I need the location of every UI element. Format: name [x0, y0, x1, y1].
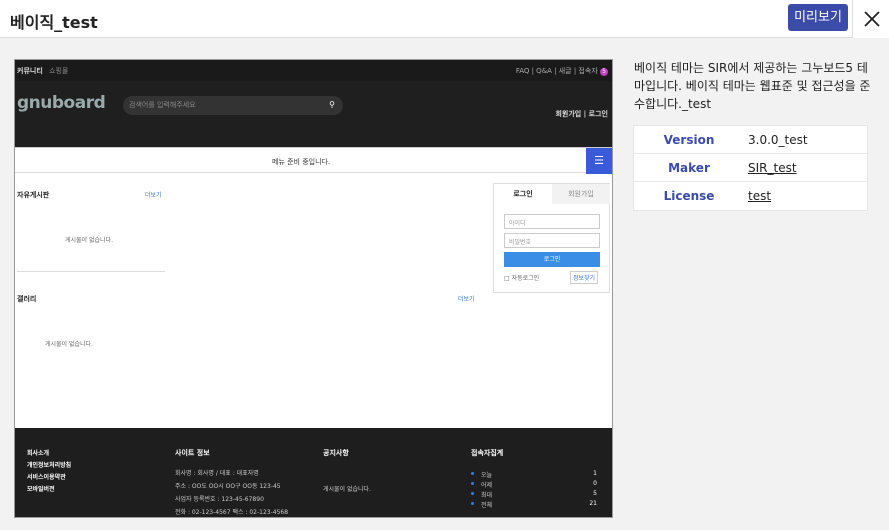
community-link: 커뮤니티: [17, 67, 43, 75]
preview-button[interactable]: 미리보기: [788, 4, 848, 31]
version-key: Version: [663, 133, 715, 147]
header-links: 회원가입 | 로그인: [555, 110, 608, 118]
auto-login: □ 자동로그인: [504, 275, 540, 282]
stat-row: 어제 0: [471, 480, 597, 490]
theme-title: 베이직_test: [10, 13, 98, 32]
logo: gnuboard: [17, 93, 106, 113]
stats: 오늘 1 어제 0 최대 5 전체 21: [471, 470, 597, 510]
close-icon: [864, 11, 880, 27]
screenshot-topbar: 커뮤니티 쇼핑몰 FAQ | Q&A | 새글 | 접속자 5: [15, 60, 612, 81]
id-field: 아이디: [504, 214, 600, 229]
footer-links: 회사소개 개인정보처리방침 서비스이용약관 모바일버전: [27, 450, 72, 493]
visitor-badge: 5: [600, 68, 608, 76]
maker-key: Maker: [668, 161, 710, 175]
free-board-empty: 게시물이 없습니다.: [65, 237, 113, 244]
screenshot-header: gnuboard 검색어를 입력해주세요 ⚲ 회원가입 | 로그인: [15, 81, 612, 147]
modal-header: 베이직_test 미리보기: [0, 0, 889, 38]
join-tab: 회원가입: [552, 184, 610, 204]
maker-link[interactable]: SIR_test: [748, 154, 797, 182]
login-tab: 로그인: [494, 184, 552, 204]
free-board-more: 더보기: [145, 192, 162, 199]
gallery-empty: 게시물이 없습니다.: [45, 341, 93, 348]
pw-field: 비밀번호: [504, 233, 600, 248]
info-row-version: Version 3.0.0_test: [634, 126, 867, 154]
top-links: FAQ | Q&A | 새글 | 접속자 5: [516, 66, 608, 76]
screenshot-search: 검색어를 입력해주세요 ⚲: [123, 96, 343, 115]
theme-description: 베이직 테마는 SIR에서 제공하는 그누보드5 테마입니다. 베이직 테마는 …: [634, 61, 871, 111]
gallery-more: 더보기: [458, 296, 475, 303]
version-value: 3.0.0_test: [748, 133, 808, 147]
stat-row: 오늘 1: [471, 470, 597, 480]
theme-info-table: Version 3.0.0_test Maker SIR_test Licens…: [633, 125, 868, 211]
stat-row: 전체 21: [471, 500, 597, 510]
theme-screenshot: 커뮤니티 쇼핑몰 FAQ | Q&A | 새글 | 접속자 5 gnuboard…: [14, 59, 613, 518]
close-button[interactable]: [852, 0, 889, 38]
stat-row: 최대 5: [471, 490, 597, 500]
search-icon: ⚲: [329, 100, 335, 109]
license-link[interactable]: test: [748, 182, 771, 210]
gallery-title: 갤러리: [17, 295, 37, 303]
find-info: 정보찾기: [570, 271, 599, 284]
divider: [17, 271, 165, 272]
menu-notice: 메뉴 준비 중입니다.: [272, 158, 331, 166]
shop-link: 쇼핑몰: [49, 67, 69, 75]
screenshot-footer: 회사소개 개인정보처리방침 서비스이용약관 모바일버전 사이트 정보 회사명 :…: [15, 428, 612, 517]
site-info: 사이트 정보 회사명 : 회사명 / 대표 : 대표자명 주소 : OO도 OO…: [175, 449, 289, 516]
login-button: 로그인: [504, 252, 600, 267]
info-row-license: License test: [634, 182, 867, 210]
screenshot-menu: 메뉴 준비 중입니다. ☰: [15, 147, 612, 174]
notice: 공지사항 게시물이 없습니다.: [323, 449, 371, 493]
license-key: License: [663, 189, 715, 203]
free-board-title: 자유게시판: [17, 191, 50, 199]
stats-title: 접속자집계: [471, 449, 504, 457]
login-box: 로그인 회원가입 아이디 비밀번호 로그인 □ 자동로그인 정보찾기: [493, 183, 610, 293]
hamburger-icon: ☰: [586, 148, 612, 174]
info-row-maker: Maker SIR_test: [634, 154, 867, 182]
